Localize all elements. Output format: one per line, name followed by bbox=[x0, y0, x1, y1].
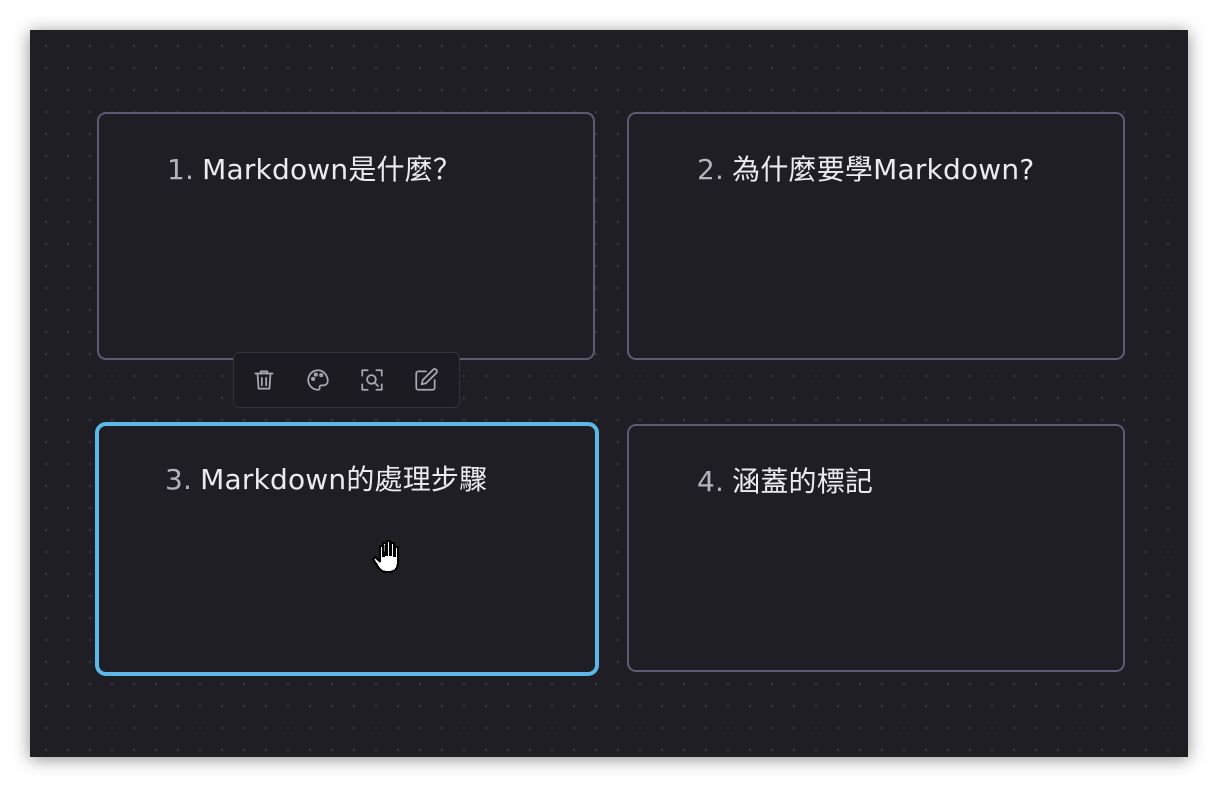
zoom-to-fit-icon bbox=[361, 369, 383, 391]
canvas-card-3[interactable]: 3. Markdown的處理步驟 bbox=[95, 422, 599, 676]
edit-button[interactable] bbox=[410, 364, 442, 396]
canvas-card-1[interactable]: 1. Markdown是什麼？ bbox=[97, 112, 595, 360]
card-number: 1. bbox=[167, 153, 195, 186]
canvas-card-4[interactable]: 4. 涵蓋的標記 bbox=[627, 424, 1125, 672]
card-title-text: 涵蓋的標記 bbox=[732, 465, 874, 498]
card-title: 1. Markdown是什麼？ bbox=[167, 148, 461, 188]
canvas-card-2[interactable]: 2. 為什麼要學Markdown? bbox=[627, 112, 1125, 360]
delete-button[interactable] bbox=[248, 364, 280, 396]
card-number: 2. bbox=[697, 153, 725, 186]
trash-icon bbox=[254, 370, 274, 390]
grab-hand-icon bbox=[371, 539, 400, 574]
color-button[interactable] bbox=[302, 364, 334, 396]
card-number: 3. bbox=[165, 463, 193, 496]
palette-icon bbox=[307, 369, 329, 391]
card-title-text: Markdown的處理步驟 bbox=[200, 463, 488, 496]
card-title-text: 為什麼要學Markdown? bbox=[732, 153, 1035, 186]
card-number: 4. bbox=[697, 465, 725, 498]
card-title-text: Markdown是什麼？ bbox=[202, 153, 462, 186]
canvas[interactable]: 1. Markdown是什麼？ 2. 為什麼要學Markdown? 3. Markdo… bbox=[30, 30, 1188, 757]
card-title: 3. Markdown的處理步驟 bbox=[165, 458, 487, 498]
card-title: 4. 涵蓋的標記 bbox=[697, 460, 873, 500]
card-toolbar bbox=[233, 352, 460, 408]
edit-icon bbox=[415, 368, 438, 391]
zoom-to-fit-button[interactable] bbox=[356, 364, 388, 396]
card-title: 2. 為什麼要學Markdown? bbox=[697, 148, 1034, 188]
